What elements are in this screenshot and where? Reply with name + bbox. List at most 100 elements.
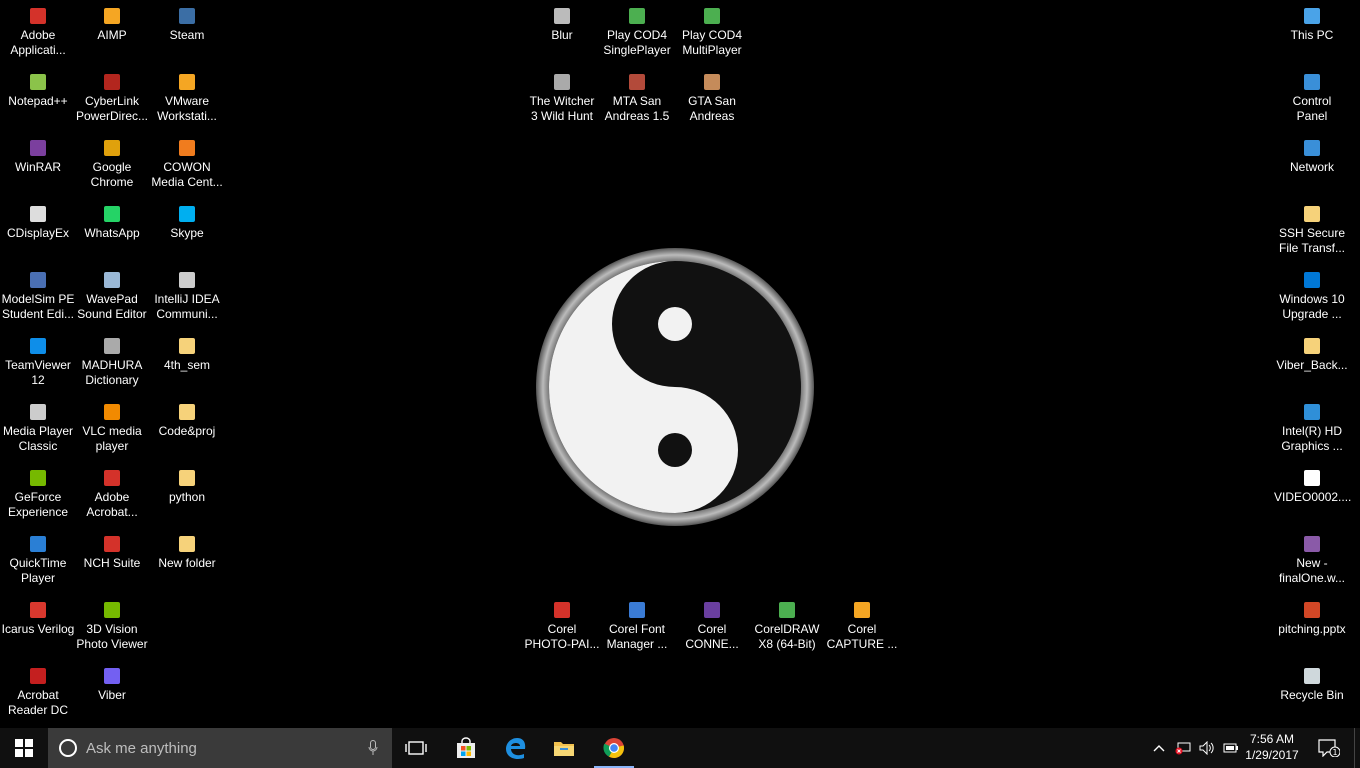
steam-icon: [179, 8, 195, 24]
desktop-icon-label: MADHURA Dictionary: [81, 358, 143, 387]
battery-plug-icon: [1223, 743, 1238, 753]
desktop-icon-this-pc[interactable]: This PC: [1274, 2, 1350, 66]
cortana-search-box[interactable]: Ask me anything: [48, 728, 392, 768]
desktop-icon-cowon[interactable]: COWON Media Cent...: [149, 134, 225, 198]
desktop-icon-label: Intel(R) HD Graphics ...: [1281, 424, 1343, 453]
desktop-icon-corel-connect[interactable]: Corel CONNE...: [674, 596, 750, 660]
desktop-icon-quicktime[interactable]: QuickTime Player: [0, 530, 76, 594]
desktop-icon-cod4[interactable]: Play COD4 MultiPlayer: [674, 2, 750, 66]
desktop-icon-cdisplay[interactable]: CDisplayEx: [0, 200, 76, 264]
blur-icon: [554, 8, 570, 24]
coreldraw-icon: [779, 602, 795, 618]
network-status-button[interactable]: [1172, 728, 1194, 768]
desktop-icon-corel-font[interactable]: Corel Font Manager ...: [599, 596, 675, 660]
desktop-icon-aimp[interactable]: AIMP: [74, 2, 150, 66]
desktop-icon-modelsim[interactable]: ModelSim PE Student Edi...: [0, 266, 76, 330]
desktop-icon-label: Media Player Classic: [2, 424, 74, 453]
powerdirector-icon: [104, 74, 120, 90]
folder-icon: [179, 536, 195, 552]
desktop-icon-nch[interactable]: NCH Suite: [74, 530, 150, 594]
3dvision-icon: [104, 602, 120, 618]
desktop-icon-vmware[interactable]: VMware Workstati...: [149, 68, 225, 132]
desktop-icon-label: VMware Workstati...: [157, 94, 217, 123]
witcher-icon: [554, 74, 570, 90]
desktop-icon-folder[interactable]: 4th_sem: [149, 332, 225, 396]
volume-button[interactable]: [1196, 728, 1218, 768]
desktop-icon-folder[interactable]: Code&proj: [149, 398, 225, 462]
desktop-icon-label: Viber: [98, 688, 126, 702]
cowon-icon: [179, 140, 195, 156]
store-taskbar-button[interactable]: [442, 728, 490, 768]
desktop-icon-notepad[interactable]: Notepad++: [0, 68, 76, 132]
desktop-icon-cod4[interactable]: Play COD4 SinglePlayer: [599, 2, 675, 66]
desktop-icon-label: WavePad Sound Editor: [77, 292, 147, 321]
desktop-icon-network[interactable]: Network: [1274, 134, 1350, 198]
whatsapp-icon: [104, 206, 120, 222]
desktop-icon-folder[interactable]: python: [149, 464, 225, 528]
desktop-icon-label: IntelliJ IDEA Communi...: [154, 292, 220, 321]
edge-taskbar-button[interactable]: [492, 728, 540, 768]
adobe-icon: [30, 8, 46, 24]
desktop-icon-whatsapp[interactable]: WhatsApp: [74, 200, 150, 264]
desktop-icon-ssh[interactable]: SSH Secure File Transf...: [1274, 200, 1350, 264]
desktop-icon-folder[interactable]: New folder: [149, 530, 225, 594]
taskbar: Ask me anything 7:56 AM 1/29/2017 1: [0, 728, 1360, 768]
desktop-icon-acrobat[interactable]: Adobe Acrobat...: [74, 464, 150, 528]
microphone-icon[interactable]: [368, 740, 378, 756]
show-desktop-button[interactable]: [1354, 728, 1360, 768]
video-file-icon: [1304, 470, 1320, 486]
task-view-button[interactable]: [392, 728, 440, 768]
desktop-icon-file[interactable]: Viber_Back...: [1274, 332, 1350, 396]
desktop-icon-windows-upgrade[interactable]: Windows 10 Upgrade ...: [1274, 266, 1350, 330]
desktop-icon-recycle-bin[interactable]: Recycle Bin: [1274, 662, 1350, 726]
desktop-icon-intellij[interactable]: IntelliJ IDEA Communi...: [149, 266, 225, 330]
control-panel-icon: [1304, 74, 1320, 90]
desktop-icon-3dvision[interactable]: 3D Vision Photo Viewer: [74, 596, 150, 660]
power-status-button[interactable]: [1220, 728, 1242, 768]
file-explorer-taskbar-button[interactable]: [540, 728, 588, 768]
desktop-icon-pptx[interactable]: pitching.pptx: [1274, 596, 1350, 660]
desktop-icon-viber[interactable]: Viber: [74, 662, 150, 726]
desktop-icon-skype[interactable]: Skype: [149, 200, 225, 264]
desktop-icon-chrome[interactable]: Google Chrome: [74, 134, 150, 198]
desktop-icon-winrar[interactable]: WinRAR: [0, 134, 76, 198]
clock[interactable]: 7:56 AM 1/29/2017: [1240, 728, 1304, 768]
desktop-icon-mta[interactable]: MTA San Andreas 1.5: [599, 68, 675, 132]
action-center-button[interactable]: 1: [1314, 728, 1344, 768]
desktop-icon-teamviewer[interactable]: TeamViewer 12: [0, 332, 76, 396]
desktop-icon-label: TeamViewer 12: [5, 358, 71, 387]
desktop-icon-blur[interactable]: Blur: [524, 2, 600, 66]
desktop-icon-vlc[interactable]: VLC media player: [74, 398, 150, 462]
desktop-icon-corel-photopaint[interactable]: Corel PHOTO-PAI...: [524, 596, 600, 660]
desktop-icon-label: Steam: [169, 28, 205, 42]
desktop-icon-intel[interactable]: Intel(R) HD Graphics ...: [1274, 398, 1350, 462]
desktop-icon-video-file[interactable]: VIDEO0002....: [1274, 464, 1351, 528]
desktop-icon-corel-capture[interactable]: Corel CAPTURE ...: [824, 596, 900, 660]
desktop-icon-geforce[interactable]: GeForce Experience: [0, 464, 76, 528]
desktop-icon-label: Blur: [551, 28, 573, 42]
desktop-icon-wavepad[interactable]: WavePad Sound Editor: [74, 266, 150, 330]
desktop-icon-label: Skype: [170, 226, 204, 240]
desktop-icon-coreldraw[interactable]: CorelDRAW X8 (64-Bit): [749, 596, 825, 660]
desktop-icon-powerdirector[interactable]: CyberLink PowerDirec...: [74, 68, 150, 132]
show-hidden-icons-button[interactable]: [1148, 728, 1170, 768]
desktop-icon-acrobat-reader[interactable]: Acrobat Reader DC: [0, 662, 76, 726]
desktop-icon-dictionary[interactable]: MADHURA Dictionary: [74, 332, 150, 396]
acrobat-reader-icon: [30, 668, 46, 684]
desktop-icon-adobe[interactable]: Adobe Applicati...: [0, 2, 76, 66]
desktop-icon-gta[interactable]: GTA San Andreas: [674, 68, 750, 132]
windows-upgrade-icon: [1304, 272, 1320, 288]
pptx-icon: [1304, 602, 1320, 618]
desktop-icon-label: Viber_Back...: [1276, 358, 1348, 372]
desktop-icon-audio-file[interactable]: New - finalOne.w...: [1274, 530, 1350, 594]
folder-icon: [179, 338, 195, 354]
corel-connect-icon: [704, 602, 720, 618]
desktop-icon-mpc[interactable]: Media Player Classic: [0, 398, 76, 462]
notepad-icon: [30, 74, 46, 90]
start-button[interactable]: [0, 728, 48, 768]
desktop-icon-icarus[interactable]: Icarus Verilog: [0, 596, 76, 660]
desktop-icon-witcher[interactable]: The Witcher 3 Wild Hunt: [524, 68, 600, 132]
chrome-taskbar-button[interactable]: [590, 728, 638, 768]
desktop-icon-steam[interactable]: Steam: [149, 2, 225, 66]
desktop-icon-control-panel[interactable]: Control Panel: [1274, 68, 1350, 132]
